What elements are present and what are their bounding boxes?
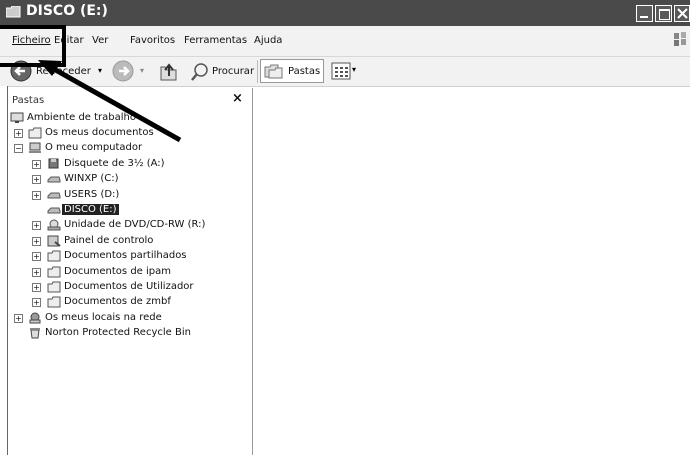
folder-icon	[6, 6, 21, 18]
views-icon	[331, 62, 351, 80]
title-bar: DISCO (E:)	[0, 0, 690, 26]
back-label: Retroceder	[36, 66, 91, 77]
folders-icon	[264, 64, 283, 79]
tree-item-my-documents[interactable]: + Os meus documentos	[10, 126, 250, 141]
back-button[interactable]: Retroceder ▾	[10, 60, 108, 83]
tree-item-dvd-drive[interactable]: + Unidade de DVD/CD-RW (R:)	[10, 218, 250, 233]
content-pane[interactable]	[253, 88, 690, 455]
expand-toggle[interactable]: +	[14, 314, 23, 323]
desktop-icon	[10, 112, 24, 123]
tree-item-network-places[interactable]: + Os meus locais na rede	[10, 311, 250, 326]
network-icon	[29, 312, 41, 324]
folders-pane: Pastas × Ambiente de trabalho + Os meus …	[8, 88, 253, 455]
expand-toggle[interactable]: +	[32, 298, 41, 307]
tree-item-recycle-bin[interactable]: Norton Protected Recycle Bin	[10, 326, 250, 341]
tree-item-drive-d[interactable]: + USERS (D:)	[10, 188, 250, 203]
window-title: DISCO (E:)	[26, 3, 108, 19]
close-button[interactable]	[674, 5, 690, 22]
chevron-down-icon[interactable]: ▾	[98, 66, 102, 75]
tree-item-user-documents[interactable]: + Documentos de Utilizador	[10, 280, 250, 295]
folder-icon	[47, 250, 61, 262]
windows-logo-icon	[674, 32, 686, 46]
drive-icon	[47, 176, 61, 183]
maximize-button[interactable]	[655, 5, 672, 22]
expand-toggle[interactable]: +	[32, 283, 41, 292]
window-left-border	[0, 86, 8, 455]
toolbar-separator	[257, 60, 258, 83]
folder-icon	[47, 296, 61, 308]
up-folder-icon[interactable]	[158, 62, 180, 82]
folder-icon	[47, 281, 61, 293]
folders-label: Pastas	[288, 66, 321, 77]
computer-icon	[29, 142, 41, 153]
menu-tools[interactable]: Ferramentas	[184, 35, 247, 46]
tree-item-ipam-documents[interactable]: + Documentos de ipam	[10, 265, 250, 280]
tree-item-floppy[interactable]: + Disquete de 3½ (A:)	[10, 157, 250, 172]
tree-item-drive-c[interactable]: + WINXP (C:)	[10, 172, 250, 187]
tree-item-my-computer[interactable]: − O meu computador	[10, 141, 250, 156]
menu-view[interactable]: Ver	[92, 35, 108, 46]
menu-bar: Ficheiro Editar Ver Favoritos Ferramenta…	[0, 26, 690, 57]
expand-toggle[interactable]: +	[32, 175, 41, 184]
pane-close-button[interactable]: ×	[232, 91, 243, 106]
search-icon	[191, 63, 208, 81]
expand-toggle[interactable]: +	[14, 129, 23, 138]
chevron-down-icon[interactable]: ▾	[352, 65, 356, 74]
expand-toggle[interactable]: +	[32, 237, 41, 246]
cd-drive-icon	[47, 219, 61, 231]
expand-toggle[interactable]: +	[32, 252, 41, 261]
menu-file[interactable]: Ficheiro	[12, 35, 51, 46]
drive-icon	[47, 192, 61, 199]
tree-item-control-panel[interactable]: + Painel de controlo	[10, 234, 250, 249]
tree-item-desktop[interactable]: Ambiente de trabalho	[10, 111, 250, 126]
back-arrow-icon	[10, 60, 32, 82]
floppy-icon	[48, 158, 59, 169]
control-panel-icon	[47, 235, 61, 247]
search-button[interactable]: Procurar	[190, 60, 254, 83]
folder-icon	[28, 127, 42, 139]
close-icon	[677, 8, 688, 19]
minimize-button[interactable]	[636, 5, 653, 22]
menu-help[interactable]: Ajuda	[254, 35, 282, 46]
folders-button[interactable]: Pastas	[260, 59, 324, 83]
expand-toggle[interactable]: +	[32, 160, 41, 169]
tree-item-shared-documents[interactable]: + Documentos partilhados	[10, 249, 250, 264]
expand-toggle[interactable]: +	[32, 221, 41, 230]
collapse-toggle[interactable]: −	[14, 144, 23, 153]
menu-edit[interactable]: Editar	[54, 35, 84, 46]
menu-favorites[interactable]: Favoritos	[130, 35, 175, 46]
forward-arrow-icon[interactable]	[112, 60, 136, 84]
search-label: Procurar	[212, 66, 255, 77]
recycle-bin-icon	[30, 328, 40, 339]
tree-item-drive-e[interactable]: DISCO (E:)	[10, 203, 250, 218]
tree-item-zmbf-documents[interactable]: + Documentos de zmbf	[10, 295, 250, 310]
folder-icon	[47, 266, 61, 278]
drive-icon	[47, 207, 61, 214]
pane-title: Pastas	[12, 95, 45, 106]
expand-toggle[interactable]: +	[32, 191, 41, 200]
views-button[interactable]: ▾	[331, 60, 361, 82]
toolbar: Retroceder ▾ ▾ Procurar Pastas ▾	[0, 57, 690, 87]
expand-toggle[interactable]: +	[32, 268, 41, 277]
chevron-down-icon[interactable]: ▾	[140, 66, 144, 75]
